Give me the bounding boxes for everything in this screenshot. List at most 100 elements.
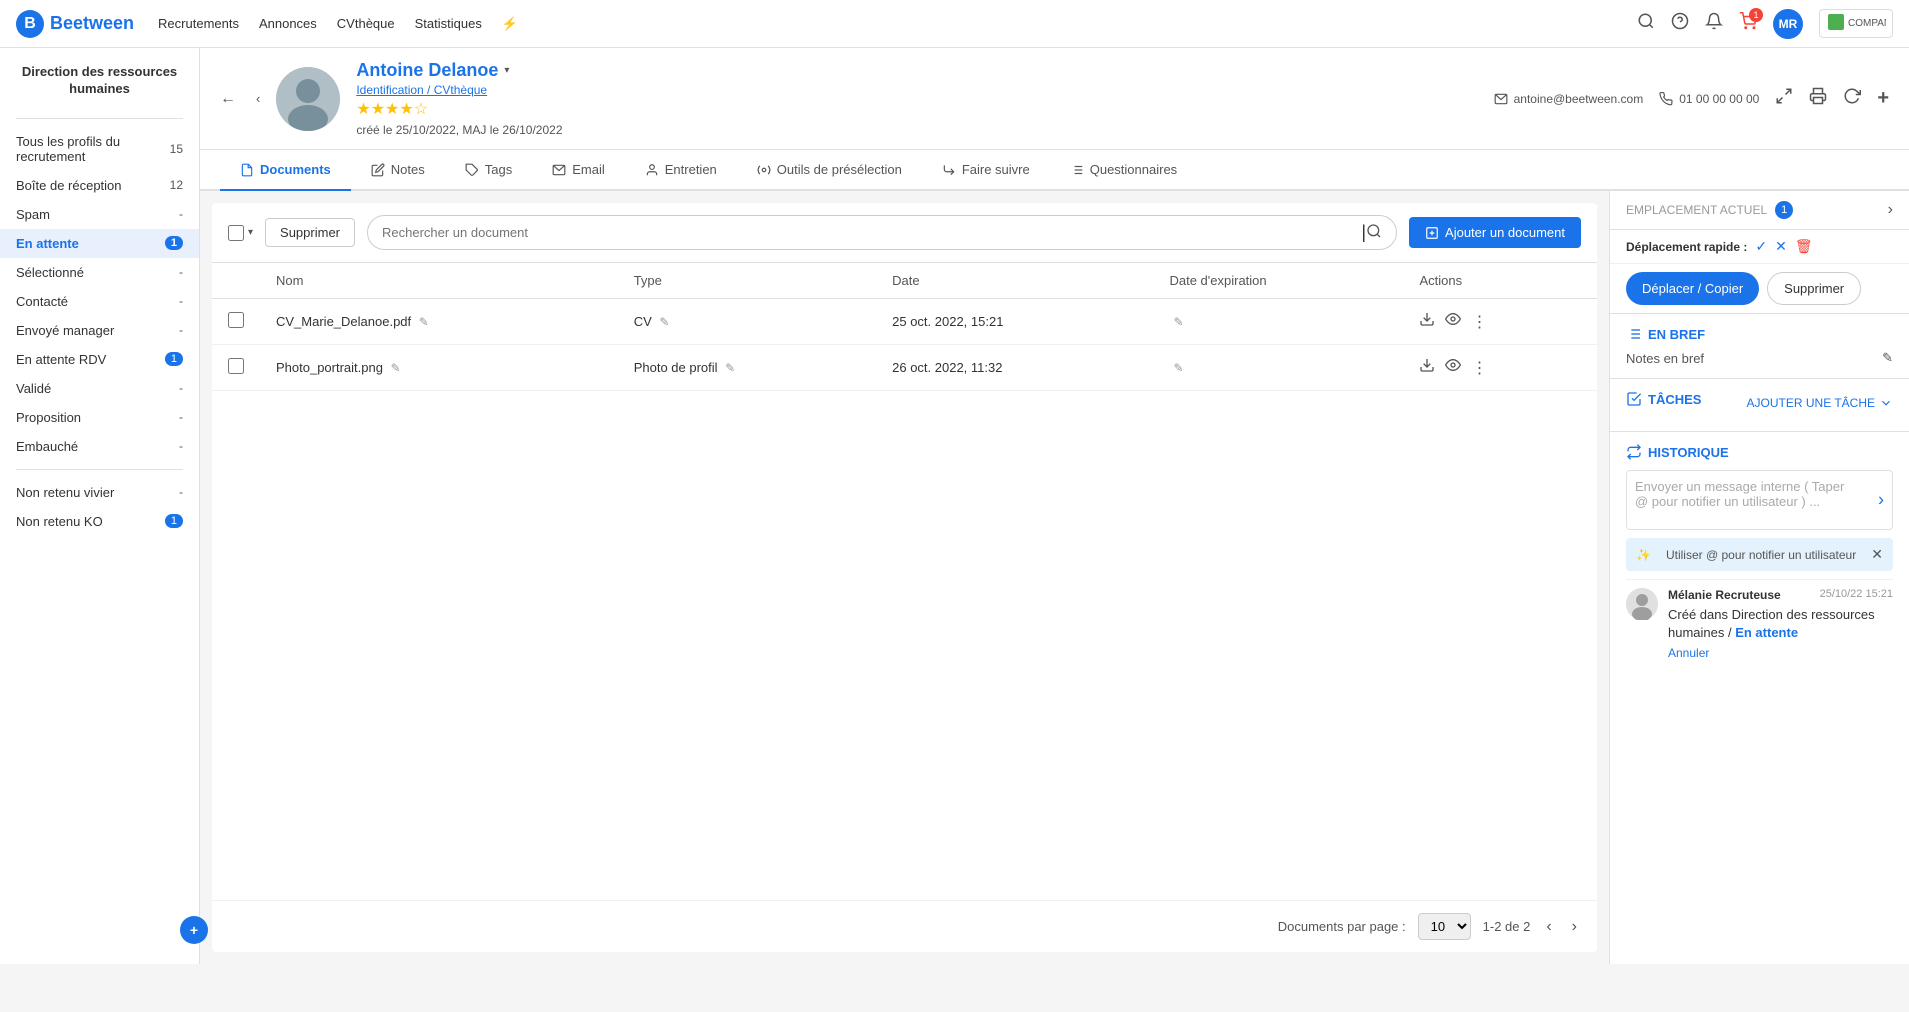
per-page-select[interactable]: 10 25 50: [1418, 913, 1471, 940]
refresh-icon[interactable]: [1843, 87, 1861, 110]
candidate-name-dropdown[interactable]: ▾: [504, 65, 509, 76]
row-2-type-edit-icon[interactable]: ✎: [725, 361, 735, 375]
candidate-meta-email: antoine@beetween.com: [1494, 92, 1644, 106]
row-2-view-icon[interactable]: [1445, 357, 1461, 378]
history-annuler-link[interactable]: Annuler: [1668, 646, 1893, 660]
cart-icon[interactable]: 1: [1739, 12, 1757, 35]
back-arrow-icon[interactable]: ←: [220, 90, 236, 108]
search-icon[interactable]: [1637, 12, 1655, 35]
row-1-type-edit-icon[interactable]: ✎: [659, 315, 669, 329]
search-icon[interactable]: [1366, 223, 1382, 242]
nav-statistiques[interactable]: Statistiques: [415, 12, 482, 36]
col-date: Date: [876, 263, 1153, 299]
search-box: |: [367, 215, 1397, 250]
candidate-link[interactable]: Identification / CVthèque: [356, 83, 1114, 97]
sidebar-item-valide[interactable]: Validé -: [0, 374, 199, 403]
sidebar-item-proposition[interactable]: Proposition -: [0, 403, 199, 432]
tab-questionnaires[interactable]: Questionnaires: [1050, 150, 1197, 191]
history-entry: Mélanie Recruteuse 25/10/22 15:21 Créé d…: [1626, 579, 1893, 668]
row-2-expiry-edit-icon[interactable]: ✎: [1173, 361, 1183, 375]
suppress-button[interactable]: Supprimer: [1767, 272, 1861, 305]
sidebar-item-en-attente[interactable]: En attente 1: [0, 229, 199, 258]
tab-email[interactable]: Email: [532, 150, 625, 191]
next-page-button[interactable]: ›: [1568, 914, 1581, 940]
user-avatar[interactable]: MR: [1773, 9, 1803, 39]
sidebar-item-spam[interactable]: Spam -: [0, 200, 199, 229]
sidebar-item-en-attente-rdv[interactable]: En attente RDV 1: [0, 345, 199, 374]
prev-arrow-icon[interactable]: ‹: [256, 91, 260, 106]
checkbox-dropdown-arrow[interactable]: ▾: [248, 227, 253, 238]
sidebar-item-contacte[interactable]: Contacté -: [0, 287, 199, 316]
rapid-move-bar: Déplacement rapide : ✓ ✕ 🗑: [1610, 230, 1909, 264]
row-1-expiry-edit-icon[interactable]: ✎: [1173, 315, 1183, 329]
bell-icon[interactable]: [1705, 12, 1723, 35]
help-icon[interactable]: [1671, 12, 1689, 35]
row-1-view-icon[interactable]: [1445, 311, 1461, 332]
sidebar-item-boite[interactable]: Boîte de réception 12: [0, 171, 199, 200]
row-2-download-icon[interactable]: [1419, 357, 1435, 378]
sidebar-item-selectionne[interactable]: Sélectionné -: [0, 258, 199, 287]
history-send-icon[interactable]: ›: [1878, 490, 1884, 511]
add-document-button[interactable]: Ajouter un document: [1409, 217, 1581, 248]
sidebar: Direction des ressources humaines Tous l…: [0, 48, 200, 964]
historique-section: HISTORIQUE Envoyer un message interne ( …: [1610, 432, 1909, 680]
prev-page-button[interactable]: ‹: [1542, 914, 1555, 940]
mention-close-button[interactable]: ✕: [1871, 546, 1883, 563]
candidate-name[interactable]: Antoine Delanoe: [356, 60, 498, 81]
history-input-placeholder[interactable]: Envoyer un message interne ( Taper @ pou…: [1635, 479, 1844, 509]
sidebar-divider-2: [16, 469, 183, 470]
candidate-created: créé le 25/10/2022, MAJ le 26/10/2022: [356, 123, 562, 137]
delete-button[interactable]: Supprimer: [265, 218, 355, 247]
nav-lightning[interactable]: ⚡: [502, 12, 518, 36]
app-logo[interactable]: B Beetween: [16, 10, 134, 38]
print-icon[interactable]: [1809, 87, 1827, 110]
nav-cvtheque[interactable]: CVthèque: [337, 12, 395, 36]
nav-icons: 1 MR COMPANY: [1637, 9, 1893, 39]
nav-arrows: ‹: [256, 91, 260, 106]
placement-next-icon[interactable]: ›: [1888, 201, 1893, 219]
add-task-button[interactable]: AJOUTER UNE TÂCHE: [1747, 396, 1893, 410]
nav-recrutements[interactable]: Recrutements: [158, 12, 239, 36]
top-navigation: B Beetween Recrutements Annonces CVthèqu…: [0, 0, 1909, 48]
history-avatar: [1626, 588, 1658, 620]
row-2-more-icon[interactable]: ⋮: [1471, 358, 1487, 378]
notes-edit-icon[interactable]: ✎: [1882, 350, 1893, 366]
tab-documents[interactable]: Documents: [220, 150, 351, 191]
tab-faire-suivre[interactable]: Faire suivre: [922, 150, 1050, 191]
sidebar-item-envoye-manager[interactable]: Envoyé manager -: [0, 316, 199, 345]
row-1-checkbox[interactable]: [228, 312, 244, 328]
company-logo[interactable]: COMPANY: [1819, 9, 1893, 38]
tab-notes[interactable]: Notes: [351, 150, 445, 191]
select-all-checkbox[interactable]: [228, 225, 244, 241]
move-copy-button[interactable]: Déplacer / Copier: [1626, 272, 1759, 305]
candidate-stars: ★★★★☆: [356, 99, 1114, 119]
row-1-download-icon[interactable]: [1419, 311, 1435, 332]
candidate-info: Antoine Delanoe ▾ Identification / CVthè…: [356, 60, 1114, 137]
sidebar-item-tous[interactable]: Tous les profils du recrutement 15: [0, 127, 199, 171]
row-1-name-edit-icon[interactable]: ✎: [419, 315, 429, 329]
sidebar-item-embauche[interactable]: Embauché -: [0, 432, 199, 461]
plus-icon[interactable]: +: [1877, 87, 1889, 110]
row-2-action-group: ⋮: [1419, 357, 1581, 378]
rapid-move-delete-icon[interactable]: 🗑: [1795, 238, 1813, 255]
en-bref-section: EN BREF Notes en bref ✎: [1610, 314, 1909, 379]
tab-tags[interactable]: Tags: [445, 150, 532, 191]
logo-icon: B: [16, 10, 44, 38]
nav-annonces[interactable]: Annonces: [259, 12, 317, 36]
sidebar-item-non-retenu-ko[interactable]: Non retenu KO 1: [0, 507, 199, 536]
row-2-name-edit-icon[interactable]: ✎: [391, 361, 401, 375]
add-floating-button[interactable]: +: [180, 916, 200, 944]
row-2-checkbox[interactable]: [228, 358, 244, 374]
tab-entretien[interactable]: Entretien: [625, 150, 737, 191]
rapid-move-edit-icon[interactable]: ✕: [1775, 238, 1787, 255]
resize-icon[interactable]: [1775, 87, 1793, 110]
row-1-more-icon[interactable]: ⋮: [1471, 312, 1487, 332]
row-1-type: CV ✎: [618, 299, 876, 345]
rapid-move-confirm-icon[interactable]: ✓: [1755, 238, 1767, 255]
sidebar-item-non-retenu-vivier[interactable]: Non retenu vivier -: [0, 478, 199, 507]
tab-outils-preselection[interactable]: Outils de présélection: [737, 150, 922, 191]
placement-actions: Déplacer / Copier Supprimer: [1610, 264, 1909, 314]
row-2-expiry: ✎: [1153, 345, 1403, 391]
search-input[interactable]: [382, 225, 1361, 240]
documents-panel: ▾ Supprimer | Ajouter un document: [212, 203, 1597, 952]
